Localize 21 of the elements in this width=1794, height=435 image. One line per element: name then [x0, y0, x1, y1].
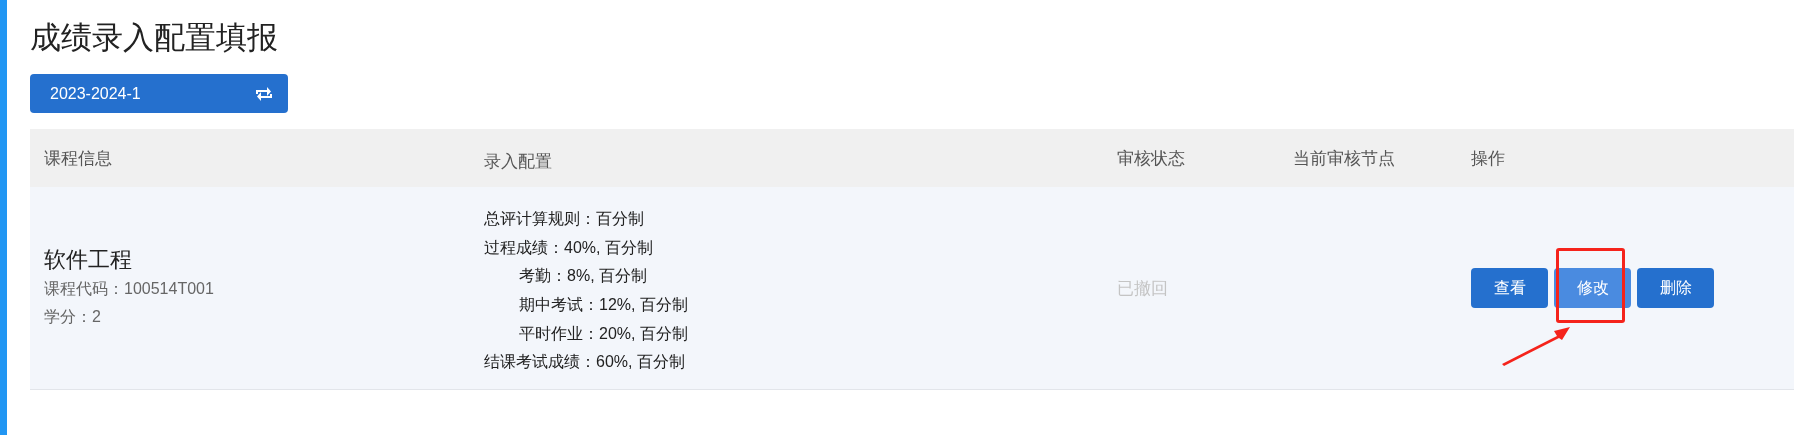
column-header: 审核状态	[1116, 147, 1186, 170]
term-select[interactable]: 2023-2024-1	[30, 74, 288, 113]
config-line: 结课考试成绩：60%, 百分制	[484, 352, 686, 373]
column-header: 课程信息	[43, 147, 113, 170]
column-header: 操作	[1470, 147, 1506, 170]
column-header: 当前审核节点	[1292, 147, 1396, 170]
swap-icon	[254, 86, 274, 101]
config-line: 期中考试：12%, 百分制	[518, 295, 689, 315]
config-line: 平时作业：20%, 百分制	[518, 323, 689, 344]
action-button[interactable]: 查看	[1471, 268, 1548, 308]
action-button[interactable]: 删除	[1637, 268, 1714, 308]
course-name: 软件工程	[44, 246, 133, 274]
course-code: 课程代码：100514T001	[44, 279, 215, 299]
config-line: 总评计算规则：百分制	[484, 209, 645, 230]
course-credit: 学分：2	[44, 307, 102, 327]
column-header: 录入配置	[483, 150, 553, 173]
config-line: 考勤：8%, 百分制	[518, 266, 648, 287]
action-button[interactable]: 修改	[1554, 268, 1631, 308]
page-title: 成绩录入配置填报	[30, 19, 279, 57]
annotation-arrow	[1502, 326, 1572, 366]
config-line: 过程成绩：40%, 百分制	[484, 237, 654, 258]
